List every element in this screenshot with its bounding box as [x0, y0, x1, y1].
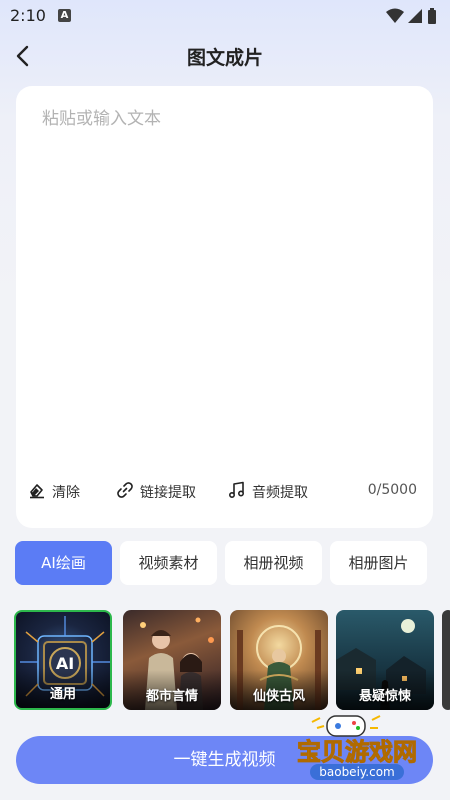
style-card-urban-romance[interactable]: 都市言情 [123, 610, 221, 710]
tab-album-image[interactable]: 相册图片 [330, 541, 427, 585]
signal-icon [408, 9, 422, 23]
watermark: 宝贝游戏网 baobeiy.com [272, 714, 442, 784]
clear-button[interactable]: 清除 [28, 480, 80, 504]
style-card-label: 通用 [49, 687, 76, 702]
notification-icon: A [58, 9, 71, 22]
wifi-icon [386, 8, 404, 23]
status-bar: 2:10 A [0, 0, 450, 32]
link-extract-label: 链接提取 [140, 485, 196, 501]
page-title: 图文成片 [186, 47, 263, 69]
style-card-partial[interactable] [442, 610, 450, 710]
watermark-url: baobeiy.com [319, 765, 394, 779]
audio-extract-label: 音频提取 [252, 485, 308, 501]
status-time: 2:10 [10, 6, 46, 25]
watermark-title: 宝贝游戏网 [297, 738, 417, 766]
style-card-xianxia[interactable]: 仙侠古风 [230, 610, 328, 710]
character-counter: 0/5000 [367, 482, 417, 498]
battery-icon [428, 8, 436, 24]
style-card-suspense[interactable]: 悬疑惊悚 [336, 610, 434, 710]
style-card-general[interactable]: AI 通用 [14, 610, 112, 710]
text-input[interactable] [42, 104, 412, 454]
style-card-label: 都市言情 [145, 689, 198, 704]
status-icons [384, 6, 440, 30]
app-header: 图文成片 [0, 36, 450, 76]
style-card-label: 悬疑惊悚 [358, 689, 411, 704]
link-icon [116, 481, 134, 503]
text-editor-card: 清除 链接提取 音频提取 0/5000 [16, 86, 433, 528]
style-list: AI 通用 都市言情 仙侠古风 悬疑惊悚 [14, 610, 450, 710]
tab-album-video[interactable]: 相册视频 [225, 541, 322, 585]
gamepad-icon [311, 715, 381, 737]
link-extract-button[interactable]: 链接提取 [116, 480, 196, 504]
audio-extract-button[interactable]: 音频提取 [228, 480, 308, 504]
source-tabs: AI绘画 视频素材 相册视频 相册图片 [15, 541, 435, 585]
eraser-icon [28, 481, 46, 503]
tab-video-material[interactable]: 视频素材 [120, 541, 217, 585]
clear-label: 清除 [52, 485, 80, 501]
tab-ai-painting[interactable]: AI绘画 [15, 541, 112, 585]
style-card-label: 仙侠古风 [252, 689, 305, 704]
music-note-icon [228, 481, 246, 503]
